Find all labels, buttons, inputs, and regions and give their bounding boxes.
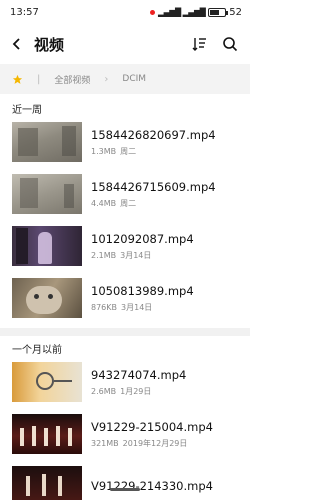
video-thumbnail bbox=[12, 362, 82, 402]
file-row[interactable]: 1050813989.mp4 876KB 3月14日 bbox=[0, 272, 250, 324]
gesture-nav-handle[interactable] bbox=[110, 488, 140, 491]
file-row[interactable]: 943274074.mp4 2.6MB 1月29日 bbox=[0, 356, 250, 408]
video-thumbnail bbox=[12, 226, 82, 266]
back-button[interactable] bbox=[0, 26, 34, 62]
status-icons: ▂▄▆█ ▂▄▆█ 52 bbox=[150, 7, 242, 18]
file-size: 2.6MB bbox=[91, 386, 117, 396]
file-date: 3月14日 bbox=[120, 250, 152, 260]
signal-icon: ▂▄▆█ ▂▄▆█ bbox=[158, 7, 206, 17]
battery-level: 52 bbox=[229, 6, 242, 18]
video-thumbnail bbox=[12, 174, 82, 214]
file-size: 2.1MB bbox=[91, 250, 117, 260]
notification-dot-icon bbox=[150, 9, 155, 15]
video-thumbnail bbox=[12, 122, 82, 162]
breadcrumb-all-videos[interactable]: 全部视频 bbox=[54, 73, 90, 86]
back-arrow-icon bbox=[12, 38, 20, 50]
file-name: 943274074.mp4 bbox=[91, 367, 187, 382]
file-name: 1584426715609.mp4 bbox=[91, 179, 216, 194]
battery-icon bbox=[208, 7, 229, 17]
sort-icon bbox=[192, 38, 206, 51]
status-time: 13:57 bbox=[10, 6, 39, 18]
file-row[interactable]: 1012092087.mp4 2.1MB 3月14日 bbox=[0, 220, 250, 272]
section-divider bbox=[0, 328, 250, 336]
top-toolbar: 视频 bbox=[0, 26, 250, 62]
breadcrumb-dcim[interactable]: DCIM bbox=[122, 74, 146, 84]
file-size: 321MB bbox=[91, 438, 119, 448]
file-name: 1050813989.mp4 bbox=[91, 283, 194, 298]
file-size: 4.4MB bbox=[91, 198, 117, 208]
file-row[interactable]: V91229-214330.mp4 bbox=[0, 460, 250, 500]
search-icon bbox=[223, 37, 238, 52]
video-thumbnail bbox=[12, 414, 82, 454]
file-row[interactable]: V91229-215004.mp4 321MB 2019年12月29日 bbox=[0, 408, 250, 460]
breadcrumb-chevron-icon: › bbox=[104, 73, 109, 85]
file-row[interactable]: 1584426715609.mp4 4.4MB 周二 bbox=[0, 168, 250, 220]
breadcrumb-separator: | bbox=[37, 73, 41, 85]
file-date: 周二 bbox=[120, 198, 137, 208]
video-thumbnail bbox=[12, 466, 82, 500]
file-date: 3月14日 bbox=[121, 302, 153, 312]
sort-button[interactable] bbox=[188, 32, 212, 56]
file-date: 2019年12月29日 bbox=[122, 438, 188, 448]
star-icon[interactable] bbox=[12, 74, 23, 85]
file-size: 876KB bbox=[91, 302, 118, 312]
file-date: 1月29日 bbox=[120, 386, 152, 396]
status-bar: 13:57 ▂▄▆█ ▂▄▆█ 52 bbox=[0, 0, 250, 24]
file-name: 1584426820697.mp4 bbox=[91, 127, 216, 142]
page-title: 视频 bbox=[34, 35, 65, 54]
video-thumbnail bbox=[12, 278, 82, 318]
search-button[interactable] bbox=[218, 32, 242, 56]
file-date: 周二 bbox=[120, 146, 137, 156]
file-name: V91229-215004.mp4 bbox=[91, 419, 213, 434]
breadcrumb: | 全部视频 › DCIM bbox=[0, 64, 250, 94]
file-row[interactable]: 1584426820697.mp4 1.3MB 周二 bbox=[0, 116, 250, 168]
file-name: 1012092087.mp4 bbox=[91, 231, 194, 246]
file-size: 1.3MB bbox=[91, 146, 117, 156]
